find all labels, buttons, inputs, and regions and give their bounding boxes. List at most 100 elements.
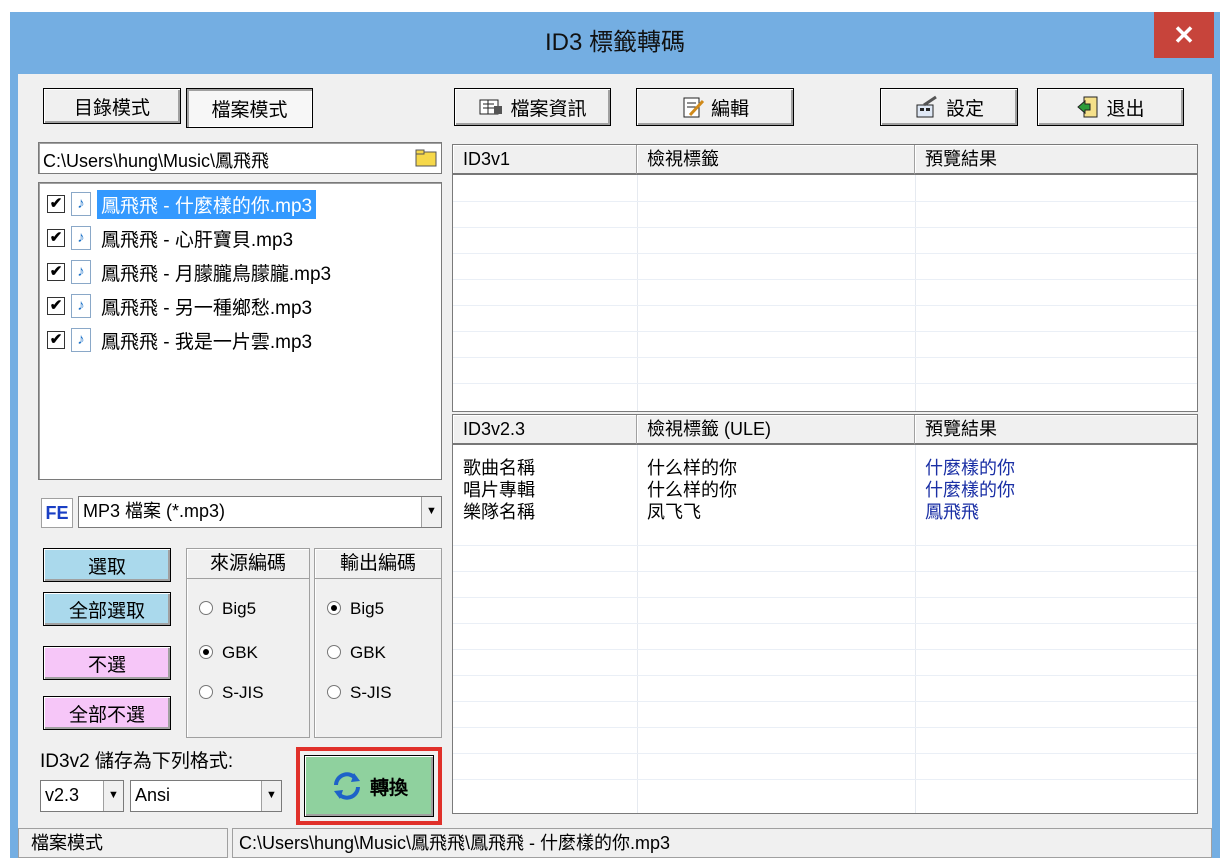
exit-button[interactable]: 退出 [1037,88,1184,126]
source-encoding-title: 來源編碼 [187,549,309,579]
title-bar: ID3 標籤轉碼 ✕ [10,12,1220,74]
file-name: 鳳飛飛 - 月朦朧鳥朦朧.mp3 [101,263,332,285]
fe-label: FE [41,498,73,528]
tag-source-value: 凤飞飞 [647,502,701,522]
row-line [453,753,1197,754]
file-type-value: MP3 檔案 (*.mp3) [83,501,226,521]
row-line [453,675,1197,676]
output-big5-radio[interactable]: Big5 [327,599,384,619]
chevron-down-icon[interactable]: ▼ [421,497,441,527]
chevron-down-icon[interactable]: ▼ [261,781,281,811]
select-all-button[interactable]: 全部選取 [43,592,171,626]
id3v1-table[interactable]: ID3v1 檢視標籤 預覽結果 [452,144,1198,412]
deselect-label: 不選 [87,654,126,676]
file-checkbox[interactable]: ✔ [47,263,65,281]
id3v2-header-tag[interactable]: ID3v2.3 [453,415,637,445]
column-divider [637,175,638,411]
file-info-icon [478,96,504,118]
list-item[interactable]: ✔ ♪ 鳳飛飛 - 月朦朧鳥朦朧.mp3 [47,257,335,287]
id3v2-table[interactable]: ID3v2.3 檢視標籤 (ULE) 預覽結果 歌曲名稱 什么样的你 什麼樣的你… [452,414,1198,814]
window-frame-left [10,74,18,858]
file-info-button[interactable]: 檔案資訊 [454,88,611,126]
status-path: C:\Users\hung\Music\鳳飛飛\鳳飛飛 - 什麼樣的你.mp3 [232,828,1212,858]
row-line [453,357,1197,358]
source-big5-radio[interactable]: Big5 [199,599,256,619]
version-select[interactable]: v2.3 ▼ [40,780,124,812]
folder-icon[interactable] [415,149,437,167]
output-sjis-radio[interactable]: S-JIS [327,683,392,703]
settings-label: 設定 [945,98,984,120]
output-encoding-title: 輸出編碼 [315,549,441,579]
edit-label: 編輯 [710,98,749,120]
radio-selected-icon [327,601,341,615]
charset-value: Ansi [135,785,171,805]
row-line [453,253,1197,254]
deselect-button[interactable]: 不選 [43,646,171,680]
id3v1-header-preview[interactable]: 預覽結果 [915,145,1197,175]
tag-preview-value: 什麼樣的你 [925,480,1015,500]
file-name: 鳳飛飛 - 另一種鄉愁.mp3 [101,297,313,319]
row-line [453,279,1197,280]
edit-button[interactable]: 編輯 [636,88,794,126]
charset-select[interactable]: Ansi ▼ [130,780,282,812]
id3v2-header-preview[interactable]: 預覽結果 [915,415,1197,445]
source-sjis-radio[interactable]: S-JIS [199,683,264,703]
row-line [453,545,1197,546]
path-input[interactable]: C:\Users\hung\Music\鳳飛飛 [38,142,442,174]
dir-mode-button[interactable]: 目錄模式 [43,88,181,124]
file-mode-button[interactable]: 檔案模式 [186,88,313,128]
exit-icon [1076,95,1100,119]
row-line [453,331,1197,332]
source-gbk-radio[interactable]: GBK [199,643,258,663]
output-sjis-label: S-JIS [350,683,392,702]
window-frame-right [1212,74,1220,858]
radio-icon [327,645,341,659]
list-item[interactable]: ✔ ♪ 鳳飛飛 - 心肝寶貝.mp3 [47,223,297,253]
tag-source-value: 什么样的你 [647,480,737,500]
id3v1-header-tag[interactable]: ID3v1 [453,145,637,175]
file-checkbox[interactable]: ✔ [47,229,65,247]
list-item[interactable]: ✔ ♪ 鳳飛飛 - 我是一片雲.mp3 [47,325,316,355]
exit-label: 退出 [1106,98,1145,120]
file-type-select[interactable]: MP3 檔案 (*.mp3) ▼ [78,496,442,528]
id3v1-header-view[interactable]: 檢視標籤 [637,145,915,175]
source-gbk-label: GBK [222,643,258,662]
select-all-label: 全部選取 [68,600,145,622]
file-name: 鳳飛飛 - 我是一片雲.mp3 [101,331,313,353]
select-button[interactable]: 選取 [43,548,171,582]
output-gbk-radio[interactable]: GBK [327,643,386,663]
radio-icon [199,601,213,615]
mp3-file-icon: ♪ [71,192,91,216]
path-input-value: C:\Users\hung\Music\鳳飛飛 [43,151,270,171]
convert-button[interactable]: 轉換 [304,755,434,817]
column-divider [637,445,638,813]
id3v2-header-view[interactable]: 檢視標籤 (ULE) [637,415,915,445]
deselect-all-label: 全部不選 [68,704,145,726]
row-line [453,623,1197,624]
row-line [453,727,1197,728]
file-checkbox[interactable]: ✔ [47,331,65,349]
radio-icon [327,685,341,699]
source-big5-label: Big5 [222,599,257,618]
output-gbk-label: GBK [350,643,386,662]
close-button[interactable]: ✕ [1154,12,1214,58]
chevron-down-icon[interactable]: ▼ [103,781,123,811]
output-big5-label: Big5 [350,599,385,618]
file-checkbox[interactable]: ✔ [47,297,65,315]
list-item[interactable]: ✔ ♪ 鳳飛飛 - 什麼樣的你.mp3 [47,189,317,219]
tag-preview-value: 什麼樣的你 [925,458,1015,478]
row-line [453,649,1197,650]
tag-field-name: 樂隊名稱 [463,502,535,522]
radio-selected-icon [199,645,213,659]
file-mode-label: 檔案模式 [211,99,288,121]
settings-button[interactable]: 設定 [880,88,1018,126]
list-item[interactable]: ✔ ♪ 鳳飛飛 - 另一種鄉愁.mp3 [47,291,316,321]
mp3-file-icon: ♪ [71,226,91,250]
row-line [453,779,1197,780]
column-divider [915,175,916,411]
file-checkbox[interactable]: ✔ [47,195,65,213]
convert-label: 轉換 [369,777,408,799]
column-divider [915,445,916,813]
file-list[interactable]: ✔ ♪ 鳳飛飛 - 什麼樣的你.mp3 ✔ ♪ 鳳飛飛 - 心肝寶貝.mp3 ✔… [38,182,442,480]
deselect-all-button[interactable]: 全部不選 [43,696,171,730]
